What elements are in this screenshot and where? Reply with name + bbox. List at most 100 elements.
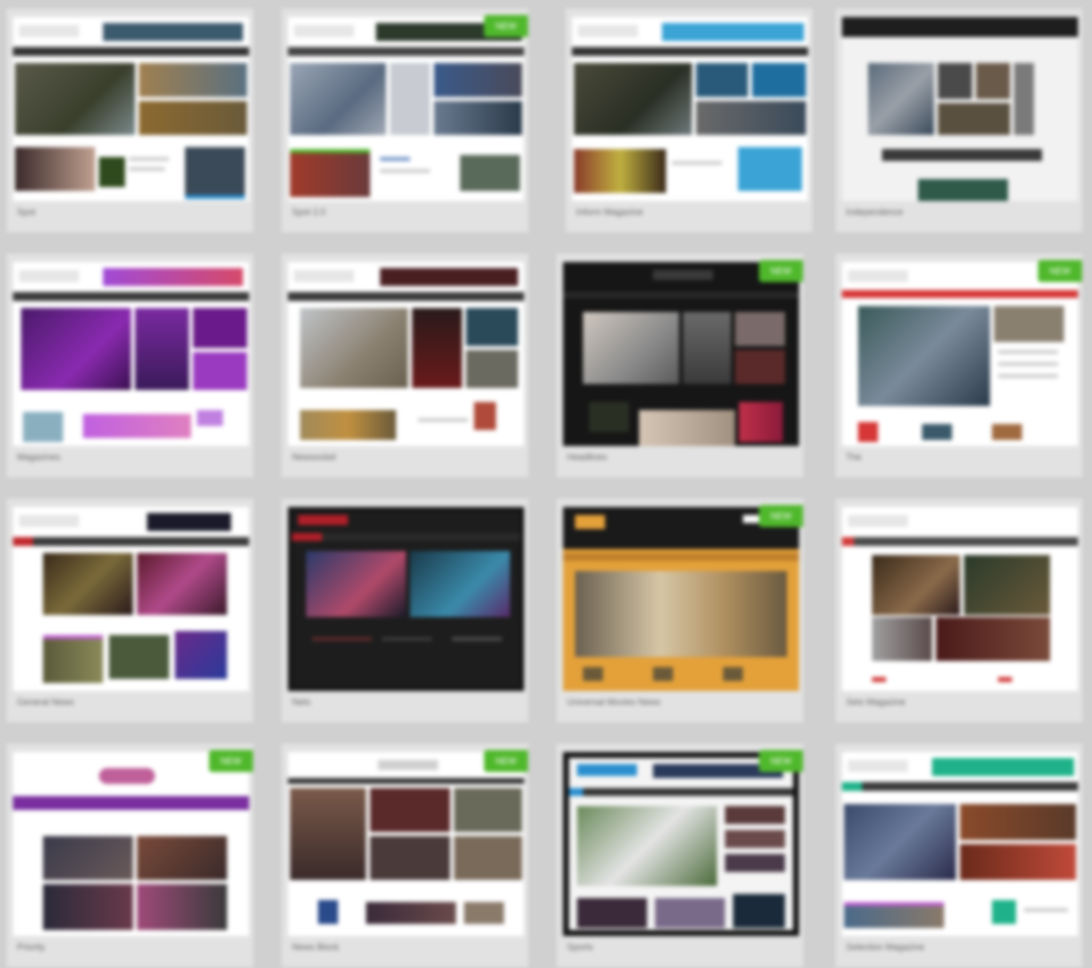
hero-image: [15, 63, 135, 135]
text-line: [672, 161, 722, 165]
theme-name: Spot: [17, 207, 36, 217]
theme-name: Nets: [292, 697, 311, 707]
theme-gallery: Spot NEW Spot 2.0 Inform Magazine Indepe…: [0, 0, 1092, 968]
theme-name: Headlines: [567, 452, 608, 462]
theme-card[interactable]: NEW Headlines: [556, 253, 804, 478]
story-image: [464, 902, 504, 924]
theme-thumbnail[interactable]: [13, 262, 249, 446]
story-image: [844, 902, 944, 928]
nav-bar: [292, 533, 520, 541]
theme-name: Inform Magazine: [576, 207, 644, 217]
theme-name: Spot 2.0: [292, 207, 326, 217]
logo-block: [19, 515, 79, 527]
story-image: [655, 898, 725, 928]
hero-tile: [390, 63, 430, 135]
hero-image: [300, 308, 408, 388]
theme-card[interactable]: Magazines: [6, 253, 254, 478]
theme-thumbnail[interactable]: [13, 17, 249, 201]
theme-thumbnail[interactable]: [563, 262, 799, 446]
new-badge: NEW: [209, 750, 253, 772]
theme-thumbnail[interactable]: [288, 262, 524, 446]
theme-thumbnail[interactable]: [563, 752, 799, 936]
ad-square: [738, 147, 802, 191]
hero-image: [290, 788, 366, 880]
theme-card[interactable]: Newsocket: [281, 253, 529, 478]
story-image: [366, 902, 456, 924]
story-image: [936, 617, 1050, 661]
new-badge: NEW: [484, 750, 528, 772]
theme-thumbnail[interactable]: [563, 507, 799, 691]
side-thumbs: [725, 830, 785, 848]
side-thumbs: [725, 806, 785, 824]
theme-card[interactable]: Selection Magazine: [835, 743, 1083, 968]
ad-banner: [932, 758, 1074, 776]
hero-image: [137, 836, 227, 880]
theme-name: General News: [17, 697, 75, 707]
hero-tile: [412, 308, 462, 388]
hero-tile: [683, 312, 731, 384]
theme-name: Priority: [17, 942, 46, 952]
story-image: [290, 149, 370, 197]
ad-banner: [103, 23, 243, 41]
theme-card[interactable]: Nets: [281, 498, 529, 723]
theme-thumbnail[interactable]: [13, 507, 249, 691]
story-image: [23, 412, 63, 442]
story-image: [574, 149, 666, 193]
story-image: [733, 894, 785, 928]
theme-thumbnail[interactable]: [842, 507, 1078, 691]
promo-block: [83, 414, 191, 438]
ad-banner: [662, 23, 804, 41]
story-image: [474, 402, 496, 430]
theme-card[interactable]: NEW News Block: [281, 743, 529, 968]
ad-square: [185, 147, 245, 199]
theme-name: Magazines: [17, 452, 61, 462]
logo-block: [294, 25, 354, 37]
hero-image: [868, 63, 934, 135]
theme-card[interactable]: NEW The: [835, 253, 1083, 478]
story-image: [577, 898, 647, 928]
theme-name: Independence: [846, 207, 904, 217]
theme-card[interactable]: General News: [6, 498, 254, 723]
story-image: [43, 884, 133, 930]
story-image: [318, 900, 338, 924]
theme-card[interactable]: NEW Sports: [556, 743, 804, 968]
thumb: [653, 667, 673, 681]
theme-name: News Block: [292, 942, 340, 952]
text-line: [1024, 908, 1068, 912]
hero-tile: [735, 312, 785, 346]
theme-card[interactable]: NEW Spot 2.0: [281, 8, 529, 233]
text-line: [452, 637, 502, 641]
theme-card[interactable]: Independence: [835, 8, 1083, 233]
nav-bar: [563, 292, 799, 298]
logo-block: [653, 270, 713, 280]
logo-block: [577, 764, 637, 776]
logo-block: [19, 270, 79, 282]
hero-image: [43, 836, 133, 880]
story-image: [639, 410, 735, 446]
theme-thumbnail[interactable]: [842, 752, 1078, 936]
logo-block: [99, 768, 155, 784]
theme-thumbnail[interactable]: [842, 17, 1078, 201]
theme-card[interactable]: NEW Priority: [6, 743, 254, 968]
section-bar: [882, 149, 1042, 161]
theme-thumbnail[interactable]: [572, 17, 808, 201]
promo-block: [918, 179, 1008, 201]
story-image: [460, 155, 520, 191]
tag: [197, 410, 223, 426]
new-badge: NEW: [759, 750, 803, 772]
theme-thumbnail[interactable]: [842, 262, 1078, 446]
hero-image: [858, 306, 990, 406]
theme-card[interactable]: NEW Universal Movies News: [556, 498, 804, 723]
theme-card[interactable]: Sets Magazine: [835, 498, 1083, 723]
theme-thumbnail[interactable]: [288, 752, 524, 936]
story-image: [175, 631, 227, 679]
nav-bar: [13, 537, 249, 546]
theme-card[interactable]: Inform Magazine: [565, 8, 813, 233]
theme-thumbnail[interactable]: [13, 752, 249, 936]
hero-tile: [938, 63, 972, 99]
hero-image: [583, 312, 679, 384]
theme-thumbnail[interactable]: [288, 507, 524, 691]
theme-card[interactable]: Spot: [6, 8, 254, 233]
hero-image: [43, 553, 133, 615]
theme-thumbnail[interactable]: [288, 17, 524, 201]
